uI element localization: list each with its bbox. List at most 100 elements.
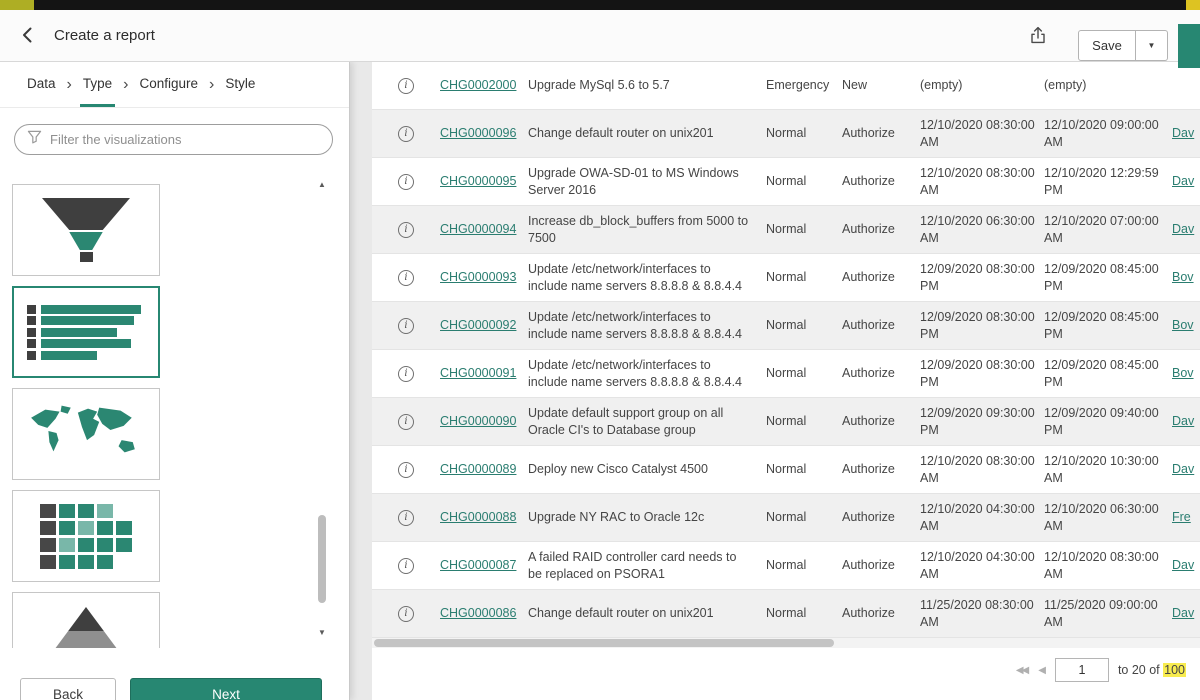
header-corner-button[interactable] [1178,24,1200,68]
change-number-link[interactable]: CHG0000087 [440,558,516,572]
assigned-to-link-cell: Dav [1172,125,1200,142]
assigned-to-link[interactable]: Dav [1172,126,1194,140]
info-icon[interactable]: i [398,222,414,238]
assigned-to-link-cell: Bov [1172,317,1200,334]
info-icon[interactable]: i [398,366,414,382]
info-icon[interactable]: i [398,78,414,94]
change-number-link[interactable]: CHG0000095 [440,174,516,188]
assigned-to-link[interactable]: Bov [1172,366,1194,380]
viz-thumbnail-heatmap[interactable] [12,490,160,582]
table-horizontal-scrollbar [372,638,1200,648]
state-value: New [842,77,920,94]
change-request-table: i CHG0002000 Upgrade MySql 5.6 to 5.7Emerg… [372,62,1200,638]
change-number-link[interactable]: CHG0000096 [440,126,516,140]
step-data[interactable]: Data [24,62,59,107]
short-description: Upgrade OWA-SD-01 to MS Windows Server 2… [528,165,766,199]
change-number-link-cell: CHG0002000 [440,77,528,94]
change-number-link[interactable]: CHG0000094 [440,222,516,236]
change-number-link[interactable]: CHG0000086 [440,606,516,620]
info-icon[interactable]: i [398,606,414,622]
info-icon[interactable]: i [398,558,414,574]
scroll-down-arrow-icon[interactable]: ▼ [317,628,327,638]
end-date-value: 12/10/2020 07:00:00 AM [1044,213,1172,247]
change-number-link[interactable]: CHG0000088 [440,510,516,524]
short-description: Deploy new Cisco Catalyst 4500 [528,461,766,478]
change-number-link[interactable]: CHG0000090 [440,414,516,428]
info-icon[interactable]: i [398,174,414,190]
short-description: Upgrade MySql 5.6 to 5.7 [528,77,766,94]
info-icon[interactable]: i [398,318,414,334]
change-number-link[interactable]: CHG0000091 [440,366,516,380]
short-description: Change default router on unix201 [528,125,766,142]
assigned-to-link[interactable]: Bov [1172,318,1194,332]
share-button[interactable] [1026,25,1050,49]
info-cell: i [372,78,440,94]
end-date-value: 12/10/2020 08:30:00 AM [1044,549,1172,583]
priority-value: Normal [766,365,842,382]
change-number-link[interactable]: CHG0002000 [440,78,516,92]
info-cell: i [372,174,440,190]
pagination: ◀◀ ◀ to 20 of 100 [1016,658,1186,682]
change-number-link[interactable]: CHG0000089 [440,462,516,476]
chevron-left-icon: ◀ [1038,665,1044,676]
pagination-range-label: to 20 of 100 [1118,663,1186,677]
change-number-link-cell: CHG0000089 [440,461,528,478]
step-configure[interactable]: Configure [136,62,201,107]
start-date-value: 12/10/2020 08:30:00 AM [920,165,1044,199]
visualization-filter-input[interactable] [50,132,320,147]
info-icon[interactable]: i [398,126,414,142]
state-value: Authorize [842,557,920,574]
priority-value: Normal [766,461,842,478]
save-button[interactable]: Save [1078,30,1136,61]
assigned-to-link[interactable]: Bov [1172,270,1194,284]
viz-thumbnail-pyramid[interactable] [12,592,160,648]
short-description: Upgrade NY RAC to Oracle 12c [528,509,766,526]
assigned-to-link[interactable]: Fre [1172,510,1191,524]
info-icon[interactable]: i [398,414,414,430]
info-icon[interactable]: i [398,510,414,526]
assigned-to-link[interactable]: Dav [1172,606,1194,620]
change-number-link[interactable]: CHG0000093 [440,270,516,284]
step-style[interactable]: Style [222,62,258,107]
assigned-to-link[interactable]: Dav [1172,174,1194,188]
start-date-value: 12/09/2020 09:30:00 PM [920,405,1044,439]
change-number-link-cell: CHG0000094 [440,221,528,238]
step-type[interactable]: Type [80,62,115,107]
change-number-link[interactable]: CHG0000092 [440,318,516,332]
back-step-button[interactable]: Back [20,678,116,700]
info-icon[interactable]: i [398,462,414,478]
horizontal-scrollbar-thumb[interactable] [374,639,834,647]
first-page-button[interactable]: ◀◀ [1016,665,1029,676]
save-dropdown-button[interactable]: ▼ [1136,30,1168,61]
viz-thumbnail-funnel-chart[interactable] [12,184,160,276]
world-map-icon [25,401,147,468]
viz-thumbnail-world-map[interactable] [12,388,160,480]
assigned-to-link-cell: Fre [1172,509,1200,526]
scroll-up-arrow-icon[interactable]: ▲ [317,180,327,190]
assigned-to-link[interactable]: Dav [1172,414,1194,428]
assigned-to-link-cell: Dav [1172,461,1200,478]
table-row: i CHG0000095 Upgrade OWA-SD-01 to MS Windo… [372,158,1200,206]
state-value: Authorize [842,605,920,622]
scrollbar-thumb[interactable] [318,515,326,603]
assigned-to-link[interactable]: Dav [1172,462,1194,476]
priority-value: Emergency [766,77,842,94]
assigned-to-link[interactable]: Dav [1172,222,1194,236]
back-chevron-icon [18,25,38,50]
back-button[interactable] [16,25,40,49]
table-row: iCHG0000090Update default support group … [372,398,1200,446]
start-date-value: 12/09/2020 08:30:00 PM [920,309,1044,343]
report-config-panel: Data › Type › Configure › Style [0,62,350,700]
end-date-value: 11/25/2020 09:00:00 AM [1044,597,1172,631]
short-description: Update /etc/network/interfaces to includ… [528,309,766,343]
page-number-input[interactable] [1055,658,1109,682]
start-date-value: 12/10/2020 06:30:00 AM [920,213,1044,247]
next-step-button[interactable]: Next [130,678,322,700]
viz-thumbnail-bar-list[interactable] [12,286,160,378]
assigned-to-link-cell: Dav [1172,221,1200,238]
assigned-to-link-cell: Dav [1172,557,1200,574]
info-icon[interactable]: i [398,270,414,286]
previous-page-button[interactable]: ◀ [1038,665,1046,676]
total-count-highlighted: 100 [1163,663,1186,677]
assigned-to-link[interactable]: Dav [1172,558,1194,572]
